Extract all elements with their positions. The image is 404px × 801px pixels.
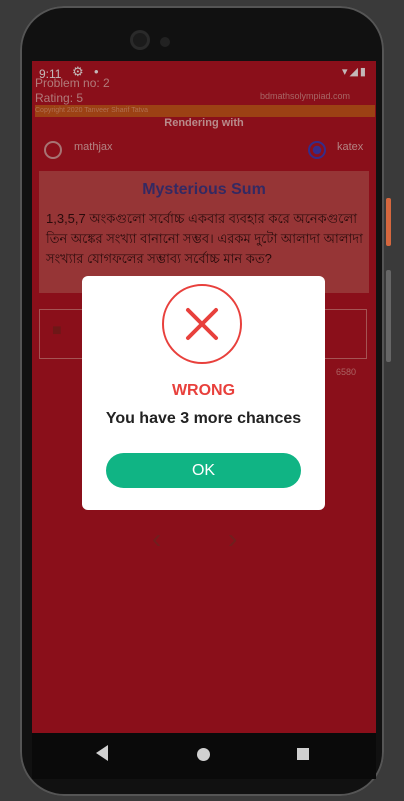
recents-icon[interactable] [297, 748, 309, 760]
camera-sensor [160, 37, 170, 47]
dialog-title: WRONG [171, 382, 236, 399]
power-button[interactable] [386, 198, 391, 246]
ok-button[interactable]: OK [106, 453, 301, 488]
result-dialog: WRONG You have 3 more chances OK [82, 276, 325, 510]
wrong-icon [162, 284, 242, 364]
system-navbar [32, 733, 376, 779]
dialog-message: You have 3 more chances [105, 410, 302, 427]
volume-button[interactable] [386, 270, 391, 362]
home-icon[interactable] [197, 748, 210, 761]
back-icon[interactable] [96, 745, 108, 761]
front-camera [133, 33, 147, 47]
